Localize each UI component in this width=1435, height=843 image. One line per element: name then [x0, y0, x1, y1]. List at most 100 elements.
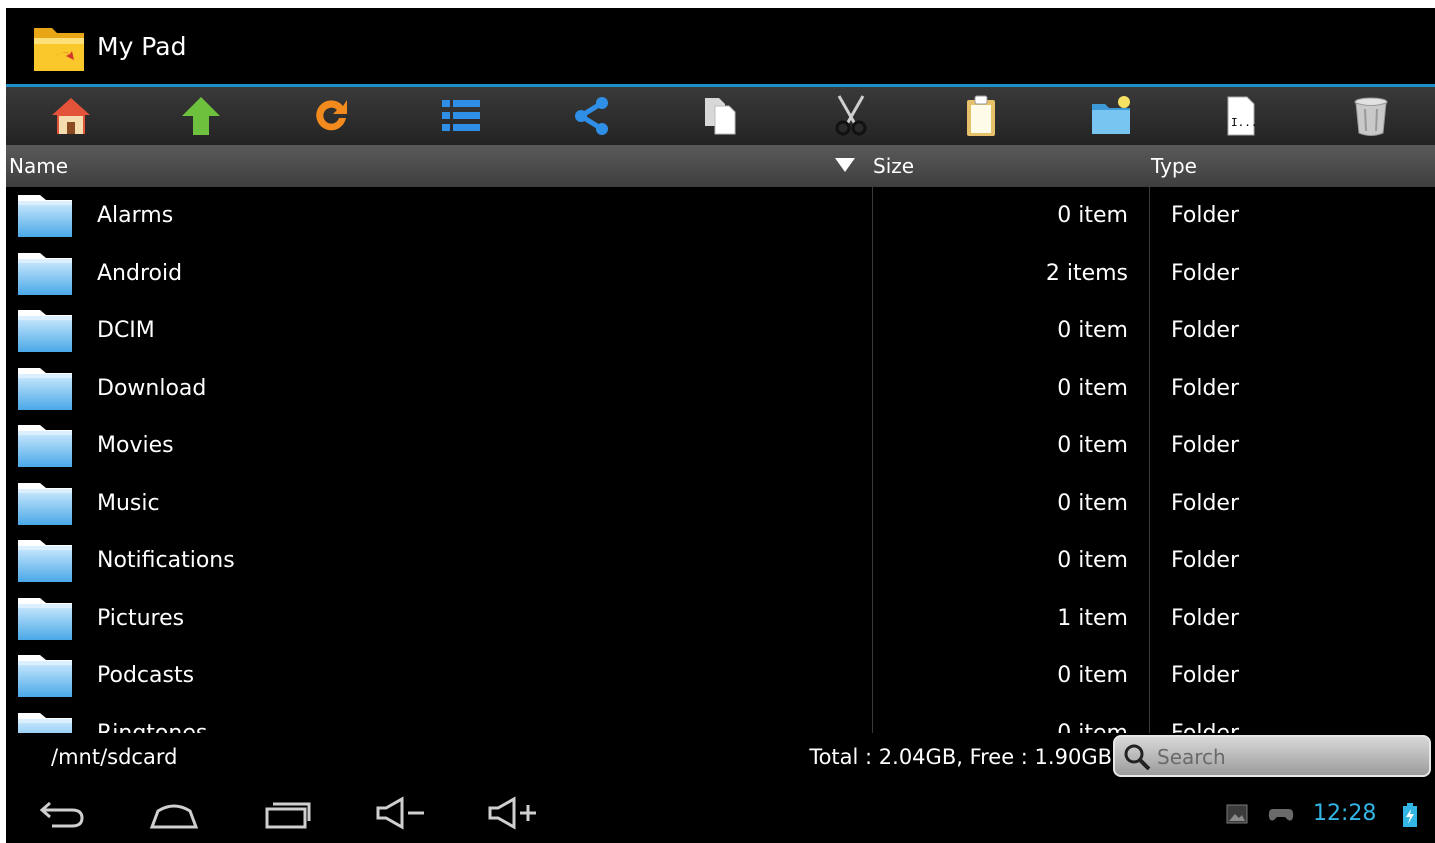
column-size-header[interactable]: Size	[873, 154, 914, 178]
system-clock: 12:28	[1313, 801, 1377, 826]
volume-up-button[interactable]	[472, 791, 552, 835]
file-size: 0 item	[1057, 203, 1128, 228]
file-size: 1 item	[1057, 605, 1128, 631]
file-size: 0 item	[1057, 720, 1128, 734]
toolbar: I...	[6, 87, 1435, 145]
file-row[interactable]: DCIM 0 item Folder	[6, 302, 1435, 360]
file-size: 0 item	[1057, 490, 1128, 516]
column-type-header[interactable]: Type	[1151, 154, 1197, 178]
file-name: Android	[97, 260, 183, 286]
file-row[interactable]: Android 2 items Folder	[6, 245, 1435, 303]
paste-icon	[967, 95, 995, 136]
folder-icon	[18, 425, 72, 467]
recent-apps-icon	[265, 802, 311, 829]
folder-app-icon	[34, 28, 84, 71]
recent-apps-button[interactable]	[247, 791, 327, 835]
delete-button[interactable]	[1306, 87, 1435, 145]
back-button[interactable]	[22, 791, 102, 835]
title-bar: My Pad	[6, 8, 1435, 85]
file-size: 0 item	[1057, 433, 1128, 458]
file-name: Podcasts	[97, 663, 195, 688]
file-name: Alarms	[97, 203, 174, 228]
file-row[interactable]: Download 0 item Folder	[6, 360, 1435, 418]
column-header: Name Size Type	[6, 145, 1435, 187]
cut-icon	[835, 95, 867, 136]
back-icon	[39, 801, 84, 828]
file-row[interactable]: Podcasts 0 item Folder	[6, 647, 1435, 705]
volume-up-icon	[488, 796, 536, 830]
column-name-header[interactable]: Name	[9, 154, 68, 178]
file-row[interactable]: Alarms 0 item Folder	[6, 187, 1435, 245]
file-size: 2 items	[1045, 260, 1128, 286]
folder-icon	[18, 597, 72, 640]
folder-icon	[18, 540, 72, 582]
rename-glyph: I...	[1231, 116, 1258, 129]
system-nav-bar: 12:28	[6, 783, 1435, 843]
file-name: Ringtones	[97, 720, 208, 734]
file-name: Movies	[97, 433, 174, 458]
folder-icon	[18, 712, 72, 733]
app-title: My Pad	[97, 32, 187, 61]
cut-button[interactable]	[786, 87, 916, 145]
picture-notification-icon	[1226, 804, 1248, 824]
file-size: 0 item	[1057, 375, 1128, 401]
file-row[interactable]: Ringtones 0 item Folder	[6, 705, 1435, 734]
file-size: 0 item	[1057, 548, 1128, 573]
folder-icon	[18, 310, 72, 352]
file-type: Folder	[1171, 375, 1239, 401]
gamepad-icon	[1268, 809, 1294, 821]
folder-icon	[18, 367, 72, 410]
home-button[interactable]	[6, 87, 136, 145]
file-manager-window: My Pad I... Name Size Type Alarms 0 item…	[6, 8, 1435, 843]
rename-icon: I...	[1227, 96, 1258, 136]
file-list[interactable]: Alarms 0 item Folder Android 2 items Folder DC…	[6, 187, 1435, 733]
file-name: Notifications	[97, 548, 235, 573]
home-icon	[52, 98, 90, 134]
search-input[interactable]	[1155, 741, 1419, 773]
delete-icon	[1354, 97, 1388, 136]
status-bar: /mnt/sdcard Total : 2.04GB, Free : 1.90G…	[6, 733, 1435, 783]
copy-icon	[705, 98, 736, 135]
list-view-icon	[442, 100, 480, 131]
file-type: Folder	[1171, 720, 1239, 734]
sort-descending-icon[interactable]	[835, 158, 855, 172]
volume-down-icon	[376, 796, 424, 830]
share-button[interactable]	[526, 87, 656, 145]
up-arrow-icon	[182, 97, 220, 135]
search-icon	[1124, 744, 1151, 771]
search-box[interactable]	[1113, 735, 1431, 777]
file-type: Folder	[1171, 548, 1239, 573]
home-nav-button[interactable]	[134, 791, 214, 835]
folder-icon	[18, 252, 72, 295]
copy-button[interactable]	[656, 87, 786, 145]
file-name: Music	[97, 490, 160, 516]
storage-info: Total : 2.04GB, Free : 1.90GB	[809, 745, 1112, 769]
rename-button[interactable]: I...	[1176, 87, 1306, 145]
file-type: Folder	[1171, 605, 1239, 631]
share-icon	[575, 97, 608, 135]
folder-icon	[18, 655, 72, 697]
file-size: 0 item	[1057, 663, 1128, 688]
folder-icon	[18, 482, 72, 525]
volume-down-button[interactable]	[360, 791, 440, 835]
up-button[interactable]	[136, 87, 266, 145]
file-row[interactable]: Pictures 1 item Folder	[6, 590, 1435, 648]
battery-charging-icon	[1403, 803, 1417, 827]
file-row[interactable]: Notifications 0 item Folder	[6, 532, 1435, 590]
file-type: Folder	[1171, 433, 1239, 458]
new-folder-button[interactable]	[1046, 87, 1176, 145]
file-type: Folder	[1171, 260, 1239, 286]
new-folder-icon	[1092, 96, 1130, 134]
folder-icon	[18, 195, 72, 237]
file-row[interactable]: Music 0 item Folder	[6, 475, 1435, 533]
file-type: Folder	[1171, 203, 1239, 228]
paste-button[interactable]	[916, 87, 1046, 145]
refresh-button[interactable]	[266, 87, 396, 145]
file-name: Download	[97, 375, 207, 401]
file-name: Pictures	[97, 605, 185, 631]
refresh-icon	[316, 100, 347, 131]
file-type: Folder	[1171, 663, 1239, 688]
file-row[interactable]: Movies 0 item Folder	[6, 417, 1435, 475]
list-view-button[interactable]	[396, 87, 526, 145]
home-outline-icon	[149, 804, 199, 829]
